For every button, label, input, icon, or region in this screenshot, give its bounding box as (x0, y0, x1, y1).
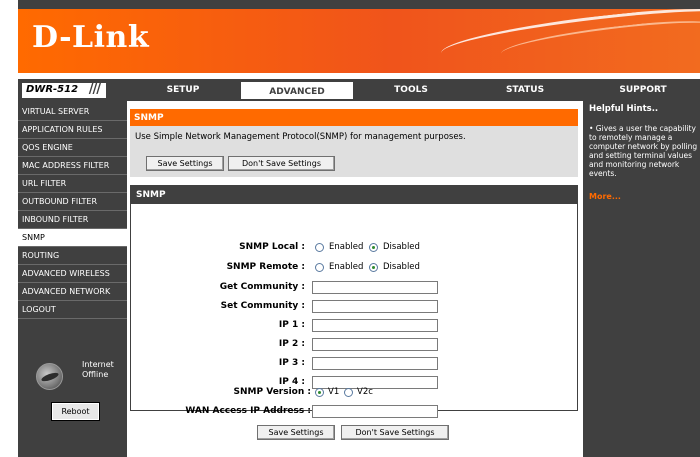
sidebar-item-snmp[interactable]: SNMP (18, 229, 127, 247)
status-line-internet: Internet (82, 360, 114, 369)
top-nav: DWR-512 /// SETUP ADVANCED TOOLS STATUS … (18, 80, 700, 100)
snmp-version-v2c-text: V2c (357, 387, 373, 397)
snmp-local-enabled-radio[interactable] (315, 243, 324, 252)
dont-save-settings-button-top[interactable]: Don't Save Settings (228, 156, 335, 171)
tab-advanced[interactable]: ADVANCED (240, 81, 354, 100)
help-column: Helpful Hints.. • Gives a user the capab… (586, 101, 700, 457)
get-community-input[interactable] (312, 281, 438, 294)
tab-support[interactable]: SUPPORT (586, 80, 700, 100)
sidebar-item-mac-address-filter[interactable]: MAC ADDRESS FILTER (18, 157, 127, 175)
status-line-offline: Offline (82, 370, 109, 379)
model-bars-icon: /// (88, 82, 101, 97)
snmp-local-enabled-text: Enabled (329, 242, 364, 252)
intro-description: Use Simple Network Management Protocol(S… (135, 132, 466, 142)
save-settings-button-bottom[interactable]: Save Settings (257, 425, 335, 440)
get-community-label: Get Community : (219, 282, 305, 292)
dlink-logo: D-Link (32, 20, 150, 55)
sidebar-item-routing[interactable]: ROUTING (18, 247, 127, 265)
sidebar-item-advanced-wireless[interactable]: ADVANCED WIRELESS (18, 265, 127, 283)
snmp-version-label: SNMP Version : (233, 387, 311, 397)
internet-status-text: Internet Offline (82, 360, 114, 380)
sidebar-item-outbound-filter[interactable]: OUTBOUND FILTER (18, 193, 127, 211)
tab-setup[interactable]: SETUP (126, 80, 240, 100)
ip2-label: IP 2 : (278, 339, 305, 349)
sidebar-item-qos-engine[interactable]: QOS ENGINE (18, 139, 127, 157)
reboot-button[interactable]: Reboot (51, 402, 100, 421)
set-community-input[interactable] (312, 300, 438, 313)
model-badge: DWR-512 /// (22, 82, 106, 98)
snmp-local-disabled-text: Disabled (383, 242, 420, 252)
snmp-version-v1-text: V1 (328, 387, 340, 397)
tab-status[interactable]: STATUS (468, 80, 582, 100)
sidebar: VIRTUAL SERVER APPLICATION RULES QOS ENG… (18, 103, 127, 457)
save-settings-button-top[interactable]: Save Settings (146, 156, 224, 171)
snmp-local-label: SNMP Local : (239, 242, 305, 252)
ip2-input[interactable] (312, 338, 438, 351)
snmp-remote-disabled-radio[interactable] (369, 263, 378, 272)
set-community-label: Set Community : (220, 301, 305, 311)
ip3-label: IP 3 : (278, 358, 305, 368)
snmp-panel-title: SNMP (131, 186, 577, 204)
model-label: DWR-512 (26, 84, 79, 95)
sidebar-item-logout[interactable]: LOGOUT (18, 301, 127, 319)
globe-icon (36, 363, 63, 390)
header-banner: D-Link (18, 9, 700, 73)
wan-access-ip-label: WAN Access IP Address : (185, 406, 311, 416)
header-separator (18, 73, 700, 79)
internet-status: Internet Offline (36, 356, 126, 396)
snmp-remote-enabled-radio[interactable] (315, 263, 324, 272)
sidebar-item-inbound-filter[interactable]: INBOUND FILTER (18, 211, 127, 229)
snmp-remote-enabled-text: Enabled (329, 262, 364, 272)
ip1-input[interactable] (312, 319, 438, 332)
help-more-link[interactable]: More... (586, 178, 700, 201)
tab-tools[interactable]: TOOLS (354, 80, 468, 100)
ip3-input[interactable] (312, 357, 438, 370)
snmp-remote-label: SNMP Remote : (226, 262, 305, 272)
wan-access-ip-input[interactable] (312, 405, 438, 418)
snmp-version-v2c-radio[interactable] (344, 388, 353, 397)
intro-section: SNMP Use Simple Network Management Proto… (130, 109, 578, 177)
sidebar-item-url-filter[interactable]: URL FILTER (18, 175, 127, 193)
ip1-label: IP 1 : (278, 320, 305, 330)
dont-save-settings-button-bottom[interactable]: Don't Save Settings (341, 425, 449, 440)
main-content: SNMP Use Simple Network Management Proto… (127, 101, 583, 457)
snmp-remote-disabled-text: Disabled (383, 262, 420, 272)
help-body: • Gives a user the capability to remotel… (589, 124, 698, 178)
sidebar-item-advanced-network[interactable]: ADVANCED NETWORK (18, 283, 127, 301)
snmp-local-disabled-radio[interactable] (369, 243, 378, 252)
intro-title: SNMP (130, 109, 578, 126)
help-title: Helpful Hints.. (589, 104, 659, 114)
sidebar-item-application-rules[interactable]: APPLICATION RULES (18, 121, 127, 139)
ip4-label: IP 4 : (278, 377, 305, 387)
sidebar-item-virtual-server[interactable]: VIRTUAL SERVER (18, 103, 127, 121)
snmp-version-v1-radio[interactable] (315, 388, 324, 397)
snmp-panel: SNMP SNMP Local : Enabled Disabled SNMP … (130, 185, 578, 411)
